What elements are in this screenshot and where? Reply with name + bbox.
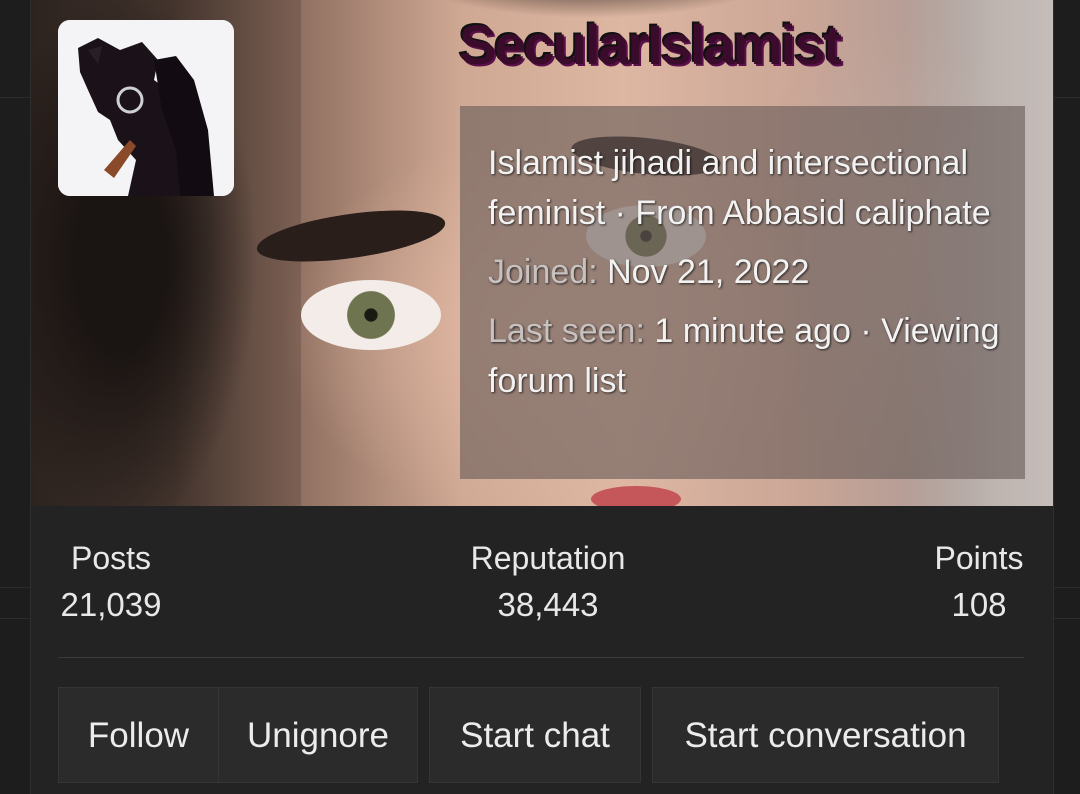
stat-value: 108 (951, 586, 1007, 623)
profile-banner: SecularIslamist Islamist jihadi and inte… (31, 0, 1053, 506)
profile-stats: Posts 21,039 Reputation 38,443 Points 10… (31, 536, 1053, 636)
follow-button[interactable]: Follow (58, 687, 219, 783)
stat-posts[interactable]: Posts 21,039 (58, 536, 164, 630)
last-seen-label: Last seen: (488, 312, 645, 350)
banner-photo-detail (301, 280, 441, 350)
profile-info-panel: Islamist jihadi and intersectional femin… (460, 106, 1025, 479)
profile-card: SecularIslamist Islamist jihadi and inte… (30, 0, 1054, 794)
avatar[interactable] (58, 20, 234, 196)
last-seen-row: Last seen: 1 minute ago · Viewing forum … (488, 306, 1008, 406)
stat-points[interactable]: Points 108 (921, 536, 1037, 630)
user-bio: Islamist jihadi and intersectional femin… (488, 144, 991, 232)
start-conversation-button[interactable]: Start conversation (652, 687, 999, 783)
stat-reputation[interactable]: Reputation 38,443 (458, 536, 638, 630)
stat-value: 21,039 (60, 586, 162, 623)
username[interactable]: SecularIslamist (459, 12, 842, 77)
unignore-button[interactable]: Unignore (218, 687, 418, 783)
joined-label: Joined: (488, 253, 598, 291)
stat-label: Reputation (470, 540, 626, 576)
stat-label: Points (934, 540, 1024, 576)
section-divider (58, 657, 1024, 658)
horseman-icon (58, 20, 234, 196)
stat-value: 38,443 (497, 586, 599, 623)
banner-photo-detail (591, 486, 681, 506)
joined-date: Nov 21, 2022 (607, 253, 810, 291)
joined-row: Joined: Nov 21, 2022 (488, 247, 1008, 297)
stat-label: Posts (70, 540, 152, 576)
start-chat-button[interactable]: Start chat (429, 687, 641, 783)
